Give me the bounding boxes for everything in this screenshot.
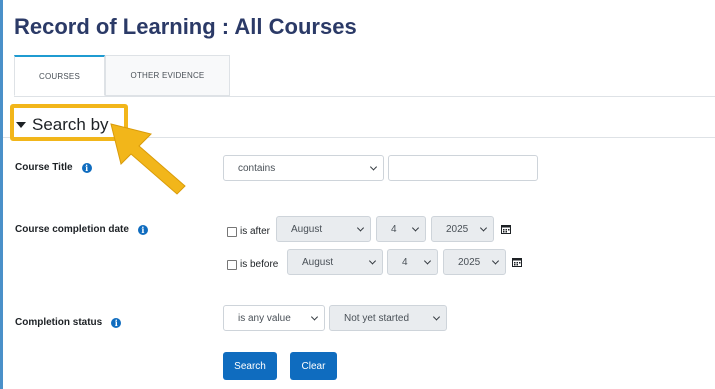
- window-left-border: [0, 0, 3, 389]
- completion-status-value-select[interactable]: Not yet started: [329, 305, 447, 331]
- tab-bar: COURSES OTHER EVIDENCE: [14, 55, 715, 97]
- is-before-label: is before: [240, 259, 279, 270]
- completion-status-operator-select[interactable]: is any value: [223, 305, 325, 331]
- annotation-arrow-icon: [110, 123, 186, 195]
- before-month-value: August: [302, 256, 334, 268]
- before-day-select[interactable]: 4: [387, 249, 438, 275]
- before-year-value: 2025: [458, 256, 481, 268]
- before-month-select[interactable]: August: [287, 249, 383, 275]
- completion-status-operator-value: is any value: [238, 312, 291, 324]
- info-icon[interactable]: i: [111, 317, 122, 328]
- after-month-select[interactable]: August: [276, 216, 371, 242]
- chevron-down-icon: [479, 224, 488, 232]
- chevron-down-icon: [368, 257, 377, 265]
- chevron-down-icon: [356, 224, 365, 232]
- after-month-value: August: [291, 223, 323, 235]
- completion-status-label: Completion status i: [15, 317, 122, 328]
- calendar-icon[interactable]: [501, 224, 511, 234]
- chevron-down-icon: [411, 224, 420, 232]
- clear-button[interactable]: Clear: [290, 352, 337, 380]
- chevron-down-icon: [310, 313, 319, 321]
- calendar-icon[interactable]: [512, 257, 522, 267]
- is-after-checkbox-row[interactable]: is after: [227, 226, 270, 237]
- after-day-value: 4: [391, 223, 397, 235]
- course-title-label: Course Title i: [15, 162, 92, 173]
- completion-status-value: Not yet started: [344, 312, 410, 324]
- after-year-select[interactable]: 2025: [431, 216, 494, 242]
- is-before-checkbox-row[interactable]: is before: [227, 259, 278, 270]
- tab-courses[interactable]: COURSES: [14, 55, 105, 96]
- completion-date-label-text: Course completion date: [15, 224, 129, 235]
- after-day-select[interactable]: 4: [376, 216, 426, 242]
- search-button[interactable]: Search: [223, 352, 277, 380]
- tab-bar-divider: [14, 96, 715, 97]
- chevron-down-icon: [423, 257, 432, 265]
- chevron-down-icon: [432, 313, 441, 321]
- course-title-operator-select[interactable]: contains: [223, 155, 384, 181]
- before-year-select[interactable]: 2025: [443, 249, 506, 275]
- before-day-value: 4: [402, 256, 408, 268]
- is-after-label: is after: [240, 226, 271, 237]
- completion-date-label: Course completion date i: [15, 224, 148, 235]
- is-after-checkbox[interactable]: [227, 226, 237, 237]
- page-title: Record of Learning : All Courses: [14, 14, 357, 39]
- info-icon[interactable]: i: [137, 224, 148, 235]
- course-title-label-text: Course Title: [15, 162, 73, 173]
- completion-status-label-text: Completion status: [15, 317, 103, 328]
- is-before-checkbox[interactable]: [227, 259, 237, 270]
- chevron-down-icon: [491, 257, 500, 265]
- tab-other-evidence[interactable]: OTHER EVIDENCE: [105, 55, 230, 96]
- course-title-input[interactable]: [388, 155, 538, 181]
- course-title-operator-value: contains: [238, 162, 276, 174]
- info-icon[interactable]: i: [81, 162, 92, 173]
- after-year-value: 2025: [446, 223, 469, 235]
- chevron-down-icon: [369, 163, 378, 171]
